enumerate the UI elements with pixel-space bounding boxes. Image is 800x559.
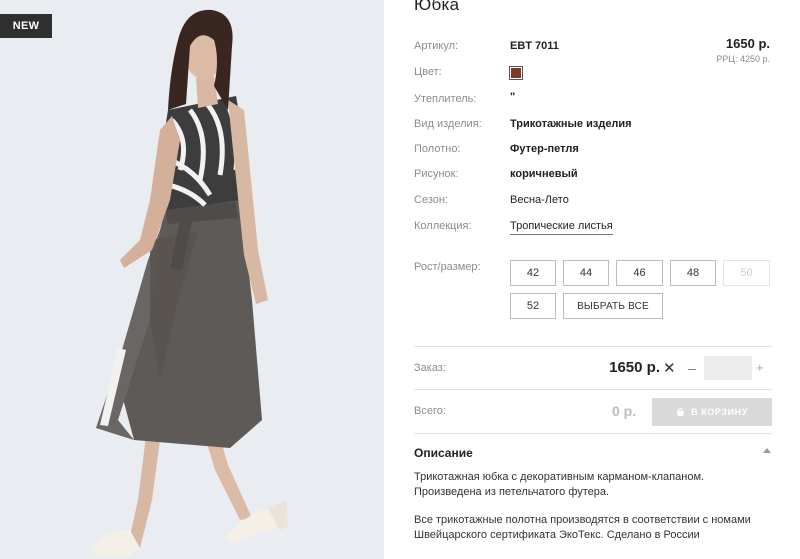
description-line: Все трикотажные полотна производятся в с… (414, 514, 751, 526)
order-price: 1650 р. (609, 359, 660, 376)
description-line: Произведена из петельчатого футера. (414, 486, 610, 498)
add-to-cart-label: В КОРЗИНУ (691, 407, 748, 417)
pattern-label: Рисунок: (414, 168, 459, 180)
product-type-value: Трикотажные изделия (510, 118, 632, 130)
description-title[interactable]: Описание (414, 446, 473, 460)
divider (414, 346, 772, 347)
chevron-up-icon[interactable] (763, 448, 771, 453)
size-option-44[interactable]: 44 (563, 260, 609, 286)
fabric-label: Полотно: (414, 143, 461, 155)
size-option-48[interactable]: 48 (670, 260, 716, 286)
insulation-label: Утеплитель: (414, 93, 477, 105)
article-label: Артикул: (414, 40, 459, 52)
select-all-sizes-button[interactable]: ВЫБРАТЬ ВСЕ (563, 293, 663, 319)
total-label: Всего: (414, 405, 446, 417)
multiply-sign: ✕ (663, 360, 676, 377)
insulation-value: " (510, 91, 516, 103)
color-swatch-fill (511, 68, 521, 78)
size-option-52[interactable]: 52 (510, 293, 556, 319)
recommended-price: РРЦ: 4250 р. (716, 54, 770, 64)
size-label: Рост/размер: (414, 261, 481, 273)
season-label: Сезон: (414, 194, 448, 206)
add-to-cart-button[interactable]: В КОРЗИНУ (652, 398, 772, 426)
order-label: Заказ: (414, 362, 446, 374)
divider (414, 389, 772, 390)
product-title: Юбка (414, 0, 460, 14)
quantity-decrease-button[interactable]: – (688, 360, 696, 376)
total-value: 0 р. (612, 403, 637, 419)
description-line: Трикотажная юбка с декоративным карманом… (414, 471, 705, 483)
divider (414, 433, 772, 434)
size-option-42[interactable]: 42 (510, 260, 556, 286)
size-option-46[interactable]: 46 (616, 260, 663, 286)
new-badge: NEW (0, 14, 52, 38)
size-option-50[interactable]: 50 (723, 260, 770, 286)
product-price: 1650 р. (725, 36, 770, 51)
product-type-label: Вид изделия: (414, 118, 482, 130)
collection-link[interactable]: Тропические листья (510, 220, 613, 235)
cart-icon (676, 407, 685, 416)
article-value: EBT 7011 (510, 40, 559, 52)
model-illustration (92, 9, 288, 556)
description-line: Швейцарского сертификата ЭкоТекс. Сделан… (414, 529, 700, 541)
color-label: Цвет: (414, 66, 442, 78)
product-photo[interactable]: NEW (0, 0, 384, 559)
quantity-increase-button[interactable]: + (756, 360, 764, 375)
fabric-value: Футер-петля (510, 143, 579, 155)
pattern-value: коричневый (510, 168, 578, 180)
collection-label: Коллекция: (414, 220, 472, 232)
season-value: Весна-Лето (510, 194, 569, 206)
quantity-input[interactable] (704, 356, 752, 380)
color-swatch[interactable] (509, 66, 523, 80)
